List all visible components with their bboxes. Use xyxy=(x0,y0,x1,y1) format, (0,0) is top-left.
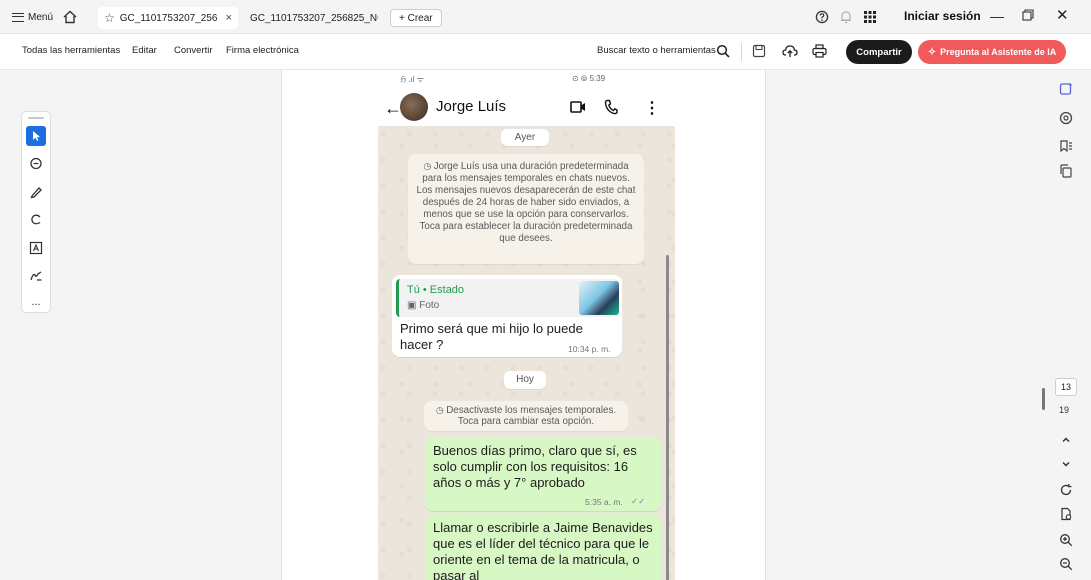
message-text: Llamar o escribirle a Jaime Benavides qu… xyxy=(433,520,653,580)
comment-panel-icon[interactable] xyxy=(1058,110,1074,126)
message-time: 10:34 p. m. xyxy=(568,344,611,354)
signature-tool-icon[interactable] xyxy=(26,266,46,286)
page-scrollbar-thumb[interactable] xyxy=(1042,388,1045,410)
status-signal: ℌ .ıl ᯤ xyxy=(400,75,425,84)
sign-in-button[interactable]: Iniciar sesión xyxy=(904,9,981,23)
ai-assistant-label: Pregunta al Asistente de IA xyxy=(940,47,1057,57)
apps-grid-icon[interactable] xyxy=(864,11,876,23)
chevron-up-icon[interactable] xyxy=(1058,432,1074,448)
create-button[interactable]: + Crear xyxy=(390,9,442,27)
menu-button[interactable]: Menú xyxy=(12,9,53,25)
system-message-text: Desactivaste los mensajes temporales. To… xyxy=(446,405,617,427)
save-icon[interactable] xyxy=(752,44,766,58)
all-tools-menu[interactable]: Todas las herramientas xyxy=(22,45,120,56)
cloud-upload-icon[interactable] xyxy=(782,44,798,58)
copy-pages-icon[interactable] xyxy=(1058,163,1074,179)
overflow-menu-icon: ⋮ xyxy=(644,100,660,117)
comment-tool-icon[interactable] xyxy=(26,154,46,174)
e-signature-menu[interactable]: Firma electrónica xyxy=(226,45,299,56)
select-tool-icon[interactable] xyxy=(26,126,46,146)
home-icon[interactable] xyxy=(62,9,78,25)
status-thumbnail xyxy=(579,281,619,315)
bell-icon[interactable] xyxy=(840,10,852,24)
ai-chat-icon: ✧ xyxy=(927,46,937,58)
phone-call-icon xyxy=(604,99,618,115)
timer-icon: ◷ xyxy=(423,161,434,171)
tab-document-1[interactable]: ☆ GC_1101753207_256... × xyxy=(98,7,238,29)
tab-bar: Menú ☆ GC_1101753207_256... × GC_1101753… xyxy=(0,0,1091,34)
edit-menu[interactable]: Editar xyxy=(132,45,157,56)
avatar xyxy=(400,93,428,121)
date-chip-yesterday: Ayer xyxy=(501,129,549,146)
window-restore-icon[interactable] xyxy=(1022,9,1034,21)
chevron-down-icon[interactable] xyxy=(1058,456,1074,472)
timer-icon: ◷ xyxy=(435,405,447,415)
tab-close-icon[interactable]: × xyxy=(226,12,232,24)
search-icon[interactable] xyxy=(716,44,730,58)
quick-tools-rail: ... xyxy=(21,111,51,313)
zoom-in-icon[interactable] xyxy=(1058,532,1074,548)
star-icon[interactable]: ☆ xyxy=(104,11,115,25)
zoom-out-icon[interactable] xyxy=(1058,556,1074,572)
tab-label: GC_1101753207_256825_NO... xyxy=(250,12,378,24)
tab-document-2[interactable]: GC_1101753207_256825_NO... xyxy=(244,7,384,29)
reply-media-label: Foto xyxy=(419,300,440,311)
ai-assistant-button[interactable]: ✧ Pregunta al Asistente de IA xyxy=(918,40,1066,64)
current-page-input[interactable]: 13 xyxy=(1055,378,1077,396)
drag-handle[interactable] xyxy=(28,117,44,119)
window-close-icon[interactable]: ✕ xyxy=(1056,6,1069,24)
photo-icon: ▣ xyxy=(407,300,420,311)
reply-media-type: ▣ Foto xyxy=(407,300,439,311)
reply-author: Tú • Estado xyxy=(407,284,465,296)
text-box-icon[interactable] xyxy=(26,238,46,258)
contact-name: Jorge Luís xyxy=(436,98,507,115)
highlight-pen-icon[interactable] xyxy=(26,182,46,202)
total-pages-label: 19 xyxy=(1059,405,1070,415)
search-tools-field[interactable]: Buscar texto o herramientas xyxy=(597,45,716,56)
whatsapp-screenshot: ℌ .ıl ᯤ ⊙ ⦾ 5:39 ← Jorge Luís ⋮ Ayer ◷ J… xyxy=(378,70,675,580)
bookmark-panel-icon[interactable] xyxy=(1058,138,1074,154)
freehand-draw-icon[interactable] xyxy=(26,210,46,230)
message-bubble-incoming: Tú • Estado ▣ Foto Primo será que mi hij… xyxy=(392,275,622,357)
hamburger-icon xyxy=(12,12,24,22)
convert-menu[interactable]: Convertir xyxy=(174,45,213,56)
more-tools-button[interactable]: ... xyxy=(26,292,46,312)
system-message-text: Jorge Luís usa una duración predetermina… xyxy=(416,161,636,244)
chat-scrollbar xyxy=(666,255,669,580)
chat-header: ← Jorge Luís ⋮ xyxy=(378,88,675,126)
tab-label: GC_1101753207_256... xyxy=(119,12,217,24)
print-icon[interactable] xyxy=(812,44,827,58)
rotate-refresh-icon[interactable] xyxy=(1058,482,1074,498)
system-message-disabled: ◷ Desactivaste los mensajes temporales. … xyxy=(424,401,628,431)
date-chip-today: Hoy xyxy=(504,371,546,389)
message-bubble-outgoing-1: Buenos días primo, claro que sí, es solo… xyxy=(425,437,661,511)
message-text: Buenos días primo, claro que sí, es solo… xyxy=(433,443,637,490)
message-time: 5:35 a. m. xyxy=(585,497,623,507)
main-toolbar: Todas las herramientas Editar Convertir … xyxy=(0,34,1091,70)
ai-sparkle-panel-icon[interactable] xyxy=(1058,81,1074,97)
quoted-status-reply: Tú • Estado ▣ Foto xyxy=(396,279,619,317)
phone-status-bar: ℌ .ıl ᯤ ⊙ ⦾ 5:39 xyxy=(378,70,675,88)
menu-label: Menú xyxy=(28,11,54,23)
message-bubble-outgoing-2: Llamar o escribirle a Jaime Benavides qu… xyxy=(425,514,661,580)
page-fit-icon[interactable] xyxy=(1058,506,1074,522)
video-call-icon xyxy=(570,100,586,114)
system-message-temporary: ◷ Jorge Luís usa una duración predetermi… xyxy=(408,154,644,264)
share-button[interactable]: Compartir xyxy=(846,40,912,64)
toolbar-divider xyxy=(741,43,742,61)
double-check-icon: ✓✓ xyxy=(631,496,646,506)
status-time: ⊙ ⦾ 5:39 xyxy=(572,74,606,83)
help-icon[interactable] xyxy=(815,10,829,24)
window-minimize-icon[interactable]: — xyxy=(990,8,1004,24)
